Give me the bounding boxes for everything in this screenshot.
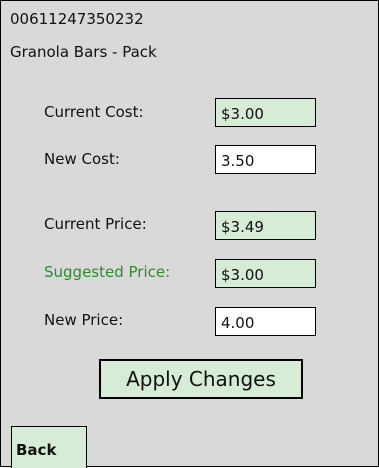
suggested-price-field: $3.00 (215, 259, 316, 288)
product-name: Granola Bars - Pack (10, 43, 157, 61)
new-cost-label: New Cost: (44, 150, 120, 168)
current-price-label: Current Price: (44, 215, 147, 233)
current-cost-label: Current Cost: (44, 103, 144, 121)
back-button[interactable]: Back (11, 426, 87, 468)
price-change-screen: 00611247350232 Granola Bars - Pack Curre… (0, 0, 379, 468)
current-price-field: $3.49 (215, 211, 316, 240)
apply-changes-button[interactable]: Apply Changes (99, 359, 303, 399)
product-barcode: 00611247350232 (10, 10, 144, 28)
current-cost-field: $3.00 (215, 98, 316, 127)
suggested-price-label: Suggested Price: (44, 263, 171, 281)
new-price-input[interactable]: 4.00 (215, 307, 316, 336)
new-price-label: New Price: (44, 311, 124, 329)
new-cost-input[interactable]: 3.50 (215, 145, 316, 174)
